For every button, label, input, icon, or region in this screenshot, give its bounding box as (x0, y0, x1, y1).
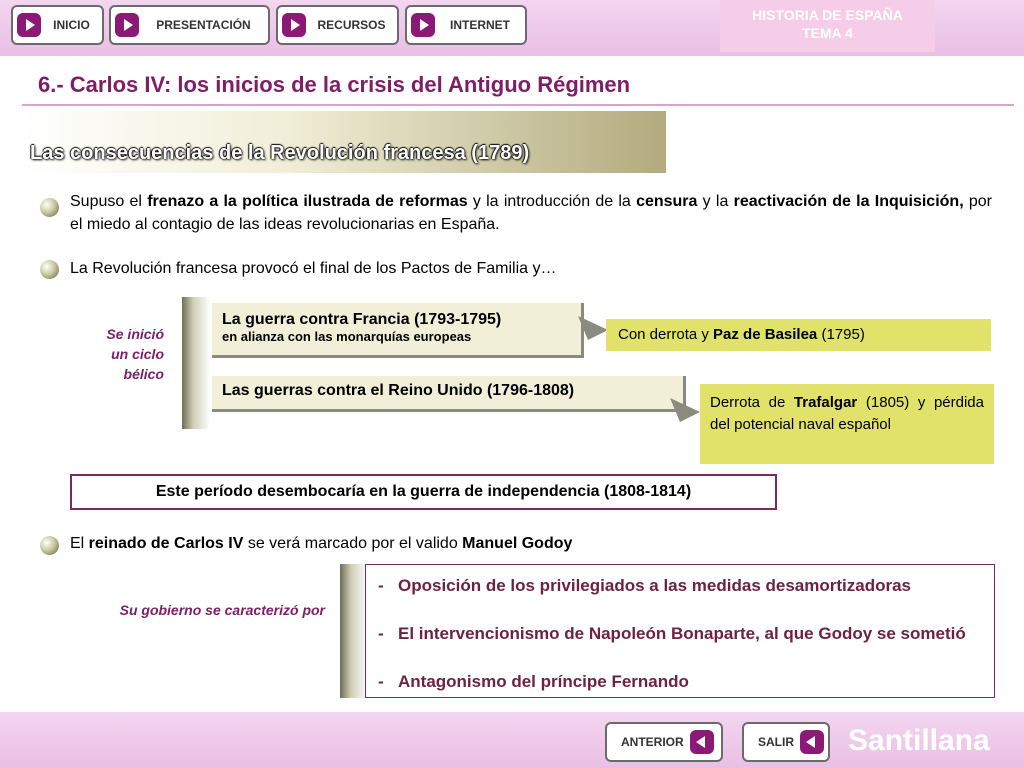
anterior-label: ANTERIOR (621, 735, 684, 749)
internet-button[interactable]: INTERNET (405, 5, 527, 45)
bullet-icon (40, 198, 59, 217)
anterior-button[interactable]: ANTERIOR (605, 722, 723, 762)
war-france-box: La guerra contra Francia (1793-1795) en … (212, 303, 584, 358)
recursos-label: RECURSOS (317, 18, 386, 32)
connector-arrow-icon (670, 398, 700, 422)
war-uk-title: Las guerras contra el Reino Unido (1796-… (222, 382, 575, 399)
vertical-bracket-bar (340, 564, 368, 698)
war-france-subtitle: en alianza con las monarquías europeas (222, 329, 472, 344)
recursos-button[interactable]: RECURSOS (276, 5, 399, 45)
salir-label: SALIR (758, 735, 794, 749)
salir-button[interactable]: SALIR (742, 722, 830, 762)
paragraph-pactos: La Revolución francesa provocó el final … (70, 260, 557, 277)
bullet-icon (40, 536, 59, 555)
war-france-title: La guerra contra Francia (1793-1795) (222, 311, 502, 328)
independence-war-frame: Este período desembocaría en la guerra d… (70, 474, 777, 510)
war-uk-box: Las guerras contra el Reino Unido (1796-… (212, 376, 686, 412)
topic-line-2: TEMA 4 (802, 25, 853, 41)
play-arrow-icon (282, 13, 306, 37)
back-arrow-icon (800, 730, 824, 754)
paragraph-censorship: Supuso el frenazo a la política ilustrad… (70, 193, 993, 233)
section-title: Las consecuencias de la Revolución franc… (30, 142, 530, 164)
paragraph-godoy: El reinado de Carlos IV se verá marcado … (70, 535, 573, 552)
war-france-result: Con derrota y Paz de Basilea (1795) (606, 319, 991, 351)
bullet-icon (40, 260, 59, 279)
inicio-label: INICIO (53, 18, 90, 32)
war-uk-result: Derrota de Trafalgar (1805) y pérdida de… (700, 384, 994, 464)
title-divider (22, 104, 1014, 106)
internet-label: INTERNET (450, 18, 510, 32)
brand-logo: Santillana (848, 724, 990, 757)
topic-line-1: HISTORIA DE ESPAÑA (752, 7, 903, 23)
play-arrow-icon (17, 13, 41, 37)
play-arrow-icon (115, 13, 139, 37)
side-note-government: Su gobierno se caracterizó por (119, 602, 325, 618)
presentacion-button[interactable]: PRESENTACIÓN (109, 5, 270, 45)
back-arrow-icon (689, 730, 714, 754)
side-note-war-cycle: Se inició un ciclo bélico (106, 326, 164, 382)
inicio-button[interactable]: INICIO (11, 5, 104, 45)
vertical-bracket-bar (182, 297, 210, 429)
topic-badge: HISTORIA DE ESPAÑA TEMA 4 (720, 0, 935, 52)
list-item: - El intervencionismo de Napoleón Bonapar… (378, 624, 966, 643)
play-arrow-icon (411, 13, 435, 37)
government-traits-box: - Oposición de los privilegiados a las me… (365, 564, 995, 698)
presentacion-label: PRESENTACIÓN (156, 18, 251, 32)
list-item: - Antagonismo del príncipe Fernando (378, 672, 689, 691)
list-item: - Oposición de los privilegiados a las me… (378, 576, 911, 595)
page-title: 6.- Carlos IV: los inicios de la crisis … (38, 72, 631, 97)
connector-arrow-icon (578, 316, 608, 340)
